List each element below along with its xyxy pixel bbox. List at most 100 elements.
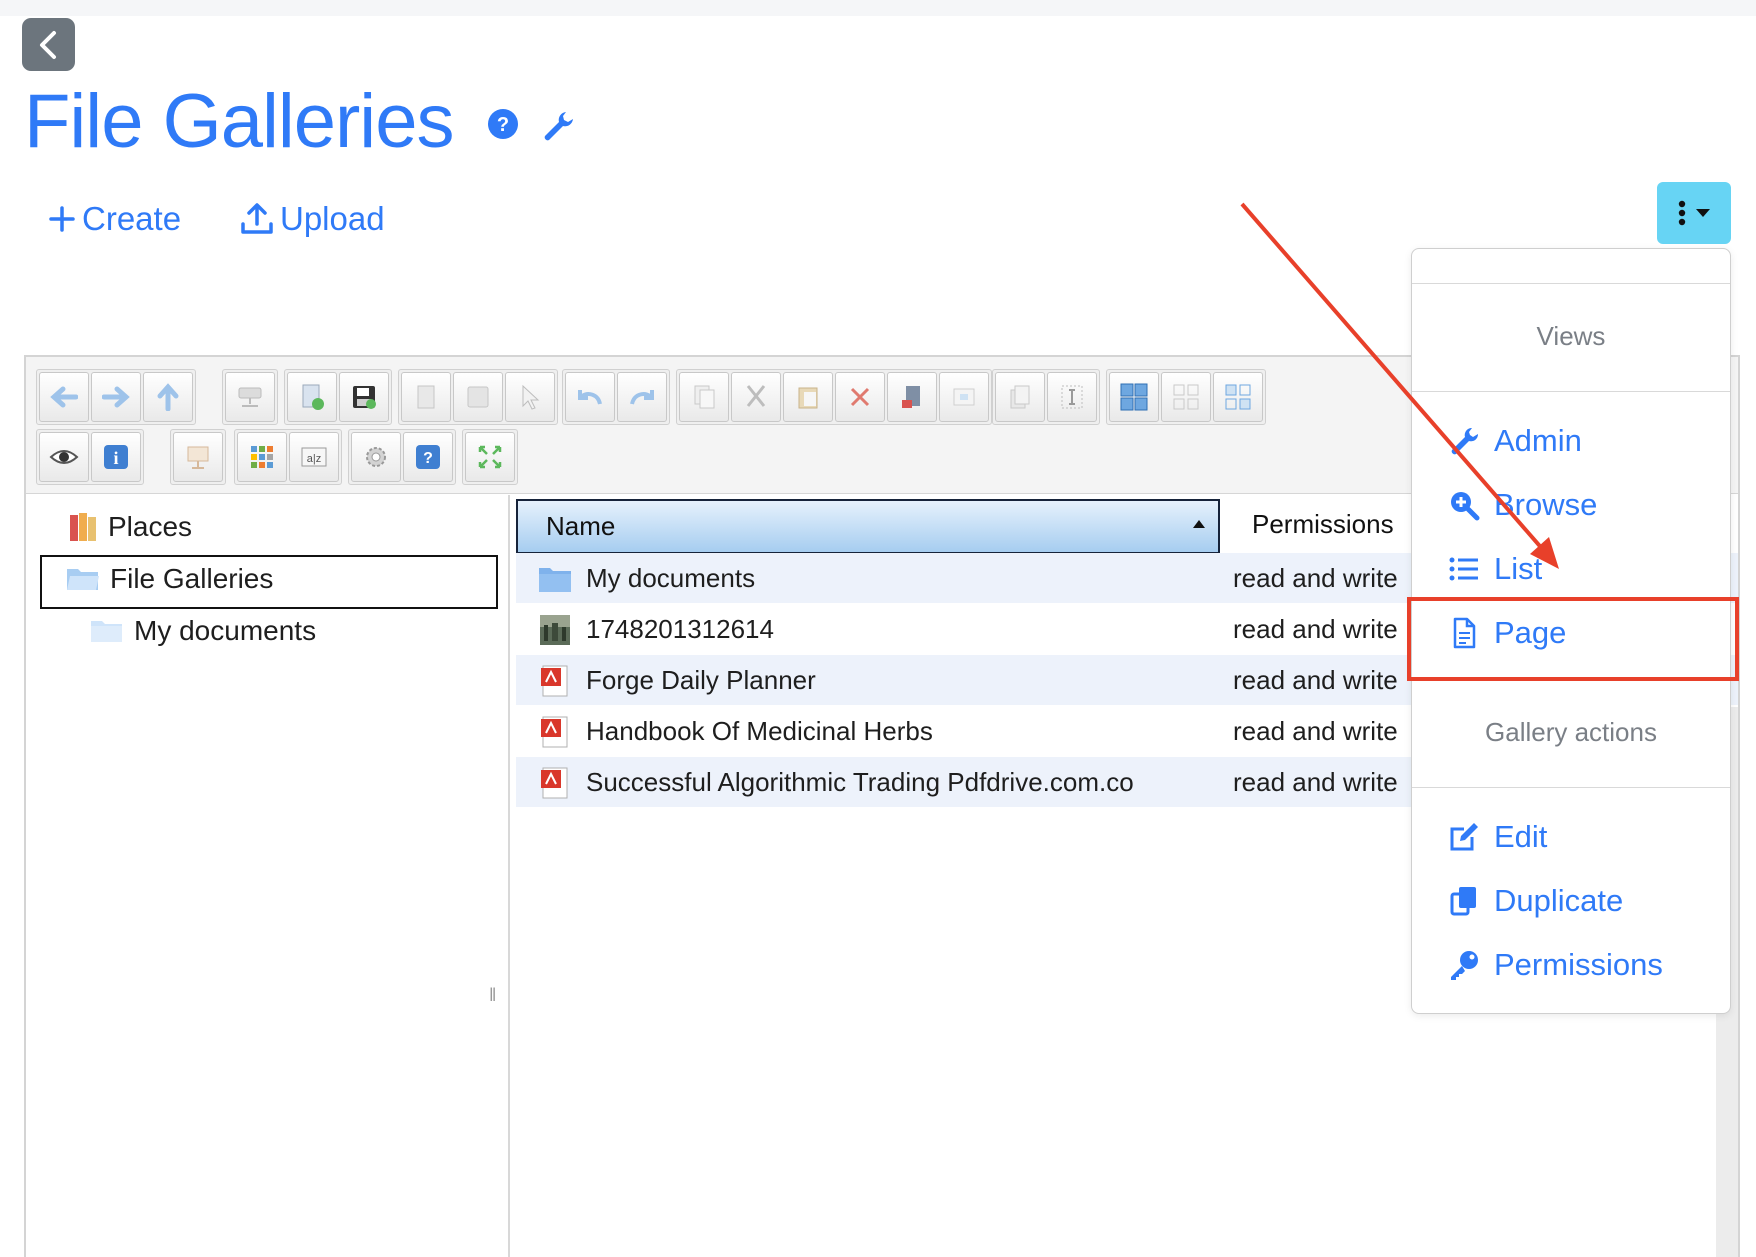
upload-button[interactable]: Upload — [240, 200, 385, 238]
page-title: File Galleries — [24, 79, 454, 164]
back-nav-button[interactable] — [39, 372, 89, 422]
extract-button[interactable] — [173, 432, 223, 482]
network-drive-icon — [238, 387, 262, 407]
copy-button[interactable] — [679, 372, 729, 422]
tree-item-file-galleries[interactable]: File Galleries — [66, 563, 273, 595]
toolbar-group-clipboard — [676, 369, 992, 425]
preview-button[interactable] — [39, 432, 89, 482]
file-permissions: read and write — [1233, 665, 1398, 695]
select-button[interactable] — [505, 372, 555, 422]
undo-button[interactable] — [565, 372, 615, 422]
open-folder-icon — [67, 569, 99, 590]
toolbar-group-netmount — [222, 369, 278, 425]
delete-x-icon — [850, 387, 870, 407]
copy-icon — [694, 385, 715, 409]
toolbar-group-sort: a|z — [234, 429, 342, 485]
rename-text-button[interactable] — [1047, 372, 1097, 422]
file-permissions: read and write — [1233, 563, 1398, 593]
upload-file-button[interactable] — [287, 372, 337, 422]
sort-button[interactable]: a|z — [289, 432, 339, 482]
folder-icon — [91, 621, 122, 642]
pdf-icon — [541, 665, 568, 697]
preferences-button[interactable] — [351, 432, 401, 482]
upload-label: Upload — [280, 200, 385, 237]
menu-divider — [1412, 391, 1730, 392]
rename-icon — [953, 388, 975, 406]
menu-item-list[interactable]: List — [1448, 551, 1542, 587]
upload-icon — [241, 203, 273, 234]
menu-item-duplicate[interactable]: Duplicate — [1448, 883, 1623, 919]
forward-nav-button[interactable] — [91, 372, 141, 422]
places-icon — [70, 513, 96, 541]
up-nav-button[interactable] — [143, 372, 193, 422]
help-icon[interactable]: ? — [487, 108, 519, 140]
download-button[interactable] — [453, 372, 503, 422]
sort-ascending-icon — [1193, 520, 1205, 528]
open-button[interactable] — [401, 372, 451, 422]
redo-icon — [630, 390, 654, 405]
small-icons-view-button[interactable] — [1161, 372, 1211, 422]
svg-text:a|z: a|z — [307, 453, 321, 465]
redo-button[interactable] — [617, 372, 667, 422]
file-permissions: read and write — [1233, 716, 1398, 746]
paste-button[interactable] — [783, 372, 833, 422]
book-icon — [417, 385, 435, 409]
save-button[interactable] — [339, 372, 389, 422]
arrow-right-icon — [102, 386, 130, 408]
list-icon — [1449, 557, 1478, 581]
icons-view-button[interactable] — [1109, 372, 1159, 422]
wrench-icon — [1451, 427, 1479, 455]
menu-divider — [1412, 283, 1730, 284]
pdf-icon — [541, 767, 568, 799]
network-mount-button[interactable] — [225, 372, 275, 422]
caret-down-icon — [1695, 209, 1710, 217]
more-actions-dropdown-button[interactable] — [1657, 182, 1731, 244]
question-icon: ? — [416, 445, 440, 469]
menu-item-edit[interactable]: Edit — [1448, 819, 1547, 855]
toolbar-group-history — [562, 369, 670, 425]
menu-item-label: Permissions — [1494, 947, 1663, 982]
file-name: My documents — [586, 563, 756, 593]
menu-item-permissions[interactable]: Permissions — [1448, 947, 1663, 983]
help-toolbar-button[interactable]: ? — [403, 432, 453, 482]
cut-button[interactable] — [731, 372, 781, 422]
toolbar-group-open — [398, 369, 558, 425]
tree-item-label: Places — [108, 511, 193, 542]
tree-item-places[interactable]: Places — [68, 511, 192, 543]
folder-tree: Places File Galleries My documents ‖ — [26, 495, 510, 1257]
edit-icon — [1450, 823, 1478, 851]
mixed-view-button[interactable] — [1213, 372, 1263, 422]
rename-button[interactable] — [939, 372, 989, 422]
gear-icon — [366, 447, 386, 467]
menu-item-admin[interactable]: Admin — [1448, 423, 1582, 459]
wrench-icon[interactable] — [540, 108, 576, 144]
view-options-button[interactable] — [237, 432, 287, 482]
clipboard-icon — [798, 387, 818, 409]
toolbar-group-duplicate — [992, 369, 1100, 425]
toolbar-group-navigation — [36, 369, 196, 425]
key-icon — [1451, 951, 1478, 980]
cursor-icon — [522, 384, 540, 410]
file-name: Handbook Of Medicinal Herbs — [586, 716, 933, 746]
toolbar-group-info: i — [36, 429, 144, 485]
fullscreen-button[interactable] — [465, 432, 515, 482]
delete-button[interactable] — [835, 372, 885, 422]
grid-view-icon — [1120, 383, 1148, 411]
file-name: Forge Daily Planner — [586, 665, 816, 695]
menu-divider — [1412, 787, 1730, 788]
create-button[interactable]: Create — [48, 200, 181, 238]
column-header-name[interactable]: Name — [516, 499, 1220, 554]
column-header-permissions[interactable]: Permissions — [1252, 509, 1394, 540]
vertical-dots-icon — [1678, 200, 1685, 226]
disk-icon — [467, 386, 489, 408]
menu-item-browse[interactable]: Browse — [1448, 487, 1597, 523]
tree-item-my-documents[interactable]: My documents — [90, 615, 316, 647]
svg-text:?: ? — [423, 450, 433, 467]
info-button[interactable]: i — [91, 432, 141, 482]
back-button[interactable] — [22, 18, 75, 71]
empty-button[interactable] — [887, 372, 937, 422]
file-name: Successful Algorithmic Trading Pdfdrive.… — [586, 767, 1134, 797]
pane-resize-handle[interactable]: ‖ — [489, 985, 496, 1006]
chevron-left-icon — [39, 30, 56, 59]
duplicate-button[interactable] — [995, 372, 1045, 422]
